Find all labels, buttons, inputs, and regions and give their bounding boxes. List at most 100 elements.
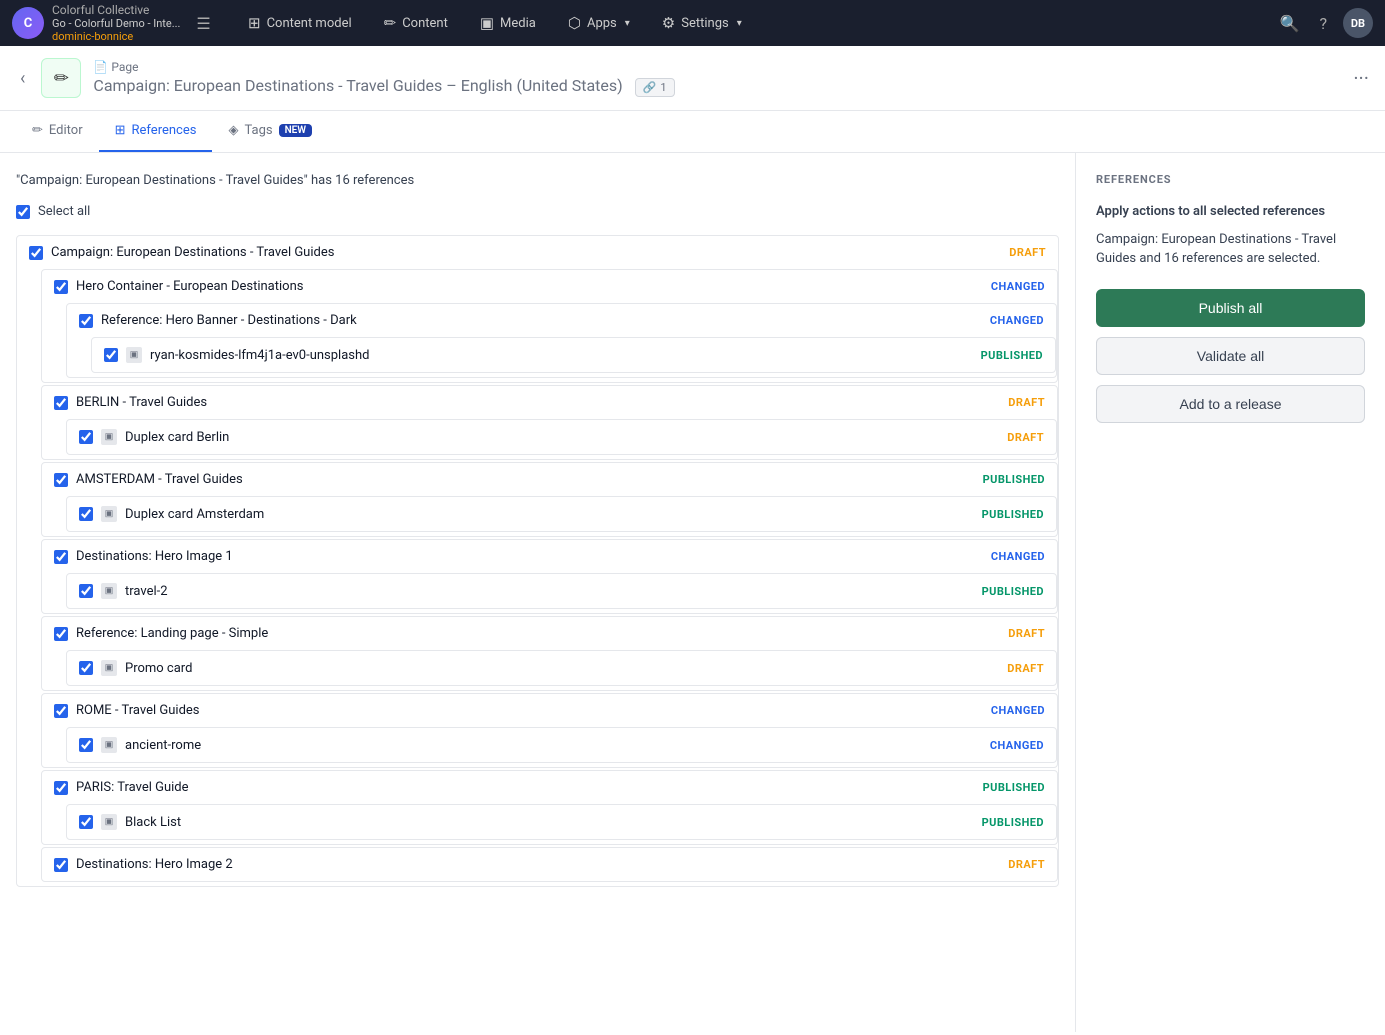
label-hero-banner: Reference: Hero Banner - Destinations - … (101, 313, 982, 328)
ref-item-promo-card: ▣ Promo card DRAFT (66, 650, 1057, 686)
media-thumbnail-icon: ▣ (126, 347, 142, 363)
label-paris: PARIS: Travel Guide (76, 780, 975, 795)
ref-item-row-travel-2: ▣ travel-2 PUBLISHED (67, 574, 1056, 608)
checkbox-ancient-rome[interactable] (79, 738, 93, 752)
checkbox-destinations-hero-1[interactable] (54, 550, 68, 564)
nav-item-media[interactable]: ▣ Media (464, 0, 552, 46)
checkbox-travel-2[interactable] (79, 584, 93, 598)
grandchildren-berlin: ▣ Duplex card Berlin DRAFT (66, 419, 1057, 459)
select-all-row: Select all (16, 204, 1059, 219)
content-model-icon: ⊞ (248, 14, 261, 32)
label-destinations-hero-1: Destinations: Hero Image 1 (76, 549, 983, 564)
select-all-checkbox[interactable] (16, 205, 30, 219)
label-amsterdam: AMSTERDAM - Travel Guides (76, 472, 975, 487)
ref-item-row-rome: ROME - Travel Guides CHANGED (42, 694, 1057, 727)
user-avatar[interactable]: DB (1343, 8, 1373, 38)
more-options-button[interactable]: ··· (1353, 66, 1369, 90)
checkbox-berlin[interactable] (54, 396, 68, 410)
select-all-label[interactable]: Select all (38, 204, 90, 219)
publish-all-button[interactable]: Publish all (1096, 289, 1365, 327)
nav-item-apps[interactable]: ⬡ Apps ▾ (552, 0, 646, 46)
ref-count-badge: 🔗 1 (635, 78, 675, 97)
tab-tags[interactable]: ◈ Tags NEW (212, 111, 328, 152)
label-black-list: Black List (125, 815, 974, 830)
tags-tab-label: Tags (244, 123, 272, 138)
ref-item-row-destinations-hero-2: Destinations: Hero Image 2 DRAFT (42, 848, 1057, 881)
ref-item-row-promo-card: ▣ Promo card DRAFT (67, 651, 1056, 685)
help-button[interactable]: ? (1315, 10, 1331, 37)
label-duplex-amsterdam: Duplex card Amsterdam (125, 507, 974, 522)
checkbox-black-list[interactable] (79, 815, 93, 829)
sidebar-section-title: REFERENCES (1096, 173, 1365, 186)
tab-editor[interactable]: ✏ Editor (16, 111, 99, 152)
entry-type-icon: ✏ (41, 58, 81, 98)
status-ancient-rome: CHANGED (990, 739, 1044, 752)
tabs-bar: ✏ Editor ⊞ References ◈ Tags NEW (0, 111, 1385, 153)
checkbox-hero-banner[interactable] (79, 314, 93, 328)
checkbox-campaign-root[interactable] (29, 246, 43, 260)
checkbox-duplex-berlin[interactable] (79, 430, 93, 444)
hamburger-menu-button[interactable]: ☰ (196, 14, 210, 33)
ref-item-row-black-list: ▣ Black List PUBLISHED (67, 805, 1056, 839)
references-tree: Campaign: European Destinations - Travel… (16, 235, 1059, 887)
ref-item-paris: PARIS: Travel Guide PUBLISHED ▣ Black Li… (41, 770, 1058, 845)
checkbox-amsterdam[interactable] (54, 473, 68, 487)
top-navigation: C Colorful Collective Go - Colorful Demo… (0, 0, 1385, 46)
checkbox-destinations-hero-2[interactable] (54, 858, 68, 872)
status-promo-card: DRAFT (1007, 662, 1044, 675)
ref-item-row-ryan-kosmides: ▣ ryan-kosmides-lfm4j1a-ev0-unsplashd PU… (92, 338, 1055, 372)
media-duplex-amsterdam-icon: ▣ (101, 506, 117, 522)
ref-item-row-paris: PARIS: Travel Guide PUBLISHED (42, 771, 1057, 804)
ref-item-row-duplex-amsterdam: ▣ Duplex card Amsterdam PUBLISHED (67, 497, 1056, 531)
editor-tab-label: Editor (49, 123, 83, 138)
checkbox-hero-container[interactable] (54, 280, 68, 294)
content-icon: ✏ (384, 14, 397, 32)
ref-item-duplex-berlin: ▣ Duplex card Berlin DRAFT (66, 419, 1057, 455)
ref-item-campaign-root: Campaign: European Destinations - Travel… (16, 235, 1059, 887)
ref-item-row-amsterdam: AMSTERDAM - Travel Guides PUBLISHED (42, 463, 1057, 496)
status-landing-page: DRAFT (1008, 627, 1045, 640)
media-travel-2-icon: ▣ (101, 583, 117, 599)
grandchildren-hero-banner: ▣ ryan-kosmides-lfm4j1a-ev0-unsplashd PU… (91, 337, 1056, 377)
checkbox-paris[interactable] (54, 781, 68, 795)
media-black-list-icon: ▣ (101, 814, 117, 830)
nav-item-settings-label: Settings (681, 16, 728, 31)
apps-icon: ⬡ (568, 14, 581, 32)
label-duplex-berlin: Duplex card Berlin (125, 430, 999, 445)
status-destinations-hero-2: DRAFT (1008, 858, 1045, 871)
media-promo-card-icon: ▣ (101, 660, 117, 676)
grandchildren-amsterdam: ▣ Duplex card Amsterdam PUBLISHED (66, 496, 1057, 536)
nav-item-settings[interactable]: ⚙ Settings ▾ (646, 0, 758, 46)
search-button[interactable]: 🔍 (1276, 10, 1304, 37)
settings-icon: ⚙ (662, 14, 675, 32)
add-to-release-button[interactable]: Add to a release (1096, 385, 1365, 423)
validate-all-button[interactable]: Validate all (1096, 337, 1365, 375)
back-button[interactable]: ‹ (16, 64, 29, 93)
references-tab-icon: ⊞ (115, 123, 126, 138)
ref-item-travel-2: ▣ travel-2 PUBLISHED (66, 573, 1057, 609)
grandchildren-landing-page: ▣ Promo card DRAFT (66, 650, 1057, 690)
status-ryan-kosmides: PUBLISHED (981, 349, 1043, 362)
ref-item-row-ancient-rome: ▣ ancient-rome CHANGED (67, 728, 1056, 762)
checkbox-landing-page[interactable] (54, 627, 68, 641)
org-name: Colorful Collective (52, 3, 180, 17)
status-campaign-root: DRAFT (1009, 246, 1046, 259)
checkbox-rome[interactable] (54, 704, 68, 718)
references-tab-label: References (132, 123, 197, 138)
media-ancient-rome-icon: ▣ (101, 737, 117, 753)
label-landing-page: Reference: Landing page - Simple (76, 626, 1000, 641)
status-berlin: DRAFT (1008, 396, 1045, 409)
label-ancient-rome: ancient-rome (125, 738, 982, 753)
checkbox-promo-card[interactable] (79, 661, 93, 675)
ref-item-hero-banner: Reference: Hero Banner - Destinations - … (66, 303, 1057, 378)
ref-link-icon: 🔗 (643, 81, 657, 94)
checkbox-ryan-kosmides[interactable] (104, 348, 118, 362)
checkbox-duplex-amsterdam[interactable] (79, 507, 93, 521)
tab-references[interactable]: ⊞ References (99, 111, 213, 152)
media-icon: ▣ (480, 14, 494, 32)
nav-item-content[interactable]: ✏ Content (368, 0, 464, 46)
status-duplex-amsterdam: PUBLISHED (982, 508, 1044, 521)
nav-item-content-model[interactable]: ⊞ Content model (232, 0, 368, 46)
grandchildren-rome: ▣ ancient-rome CHANGED (66, 727, 1057, 767)
grandchildren-paris: ▣ Black List PUBLISHED (66, 804, 1057, 844)
